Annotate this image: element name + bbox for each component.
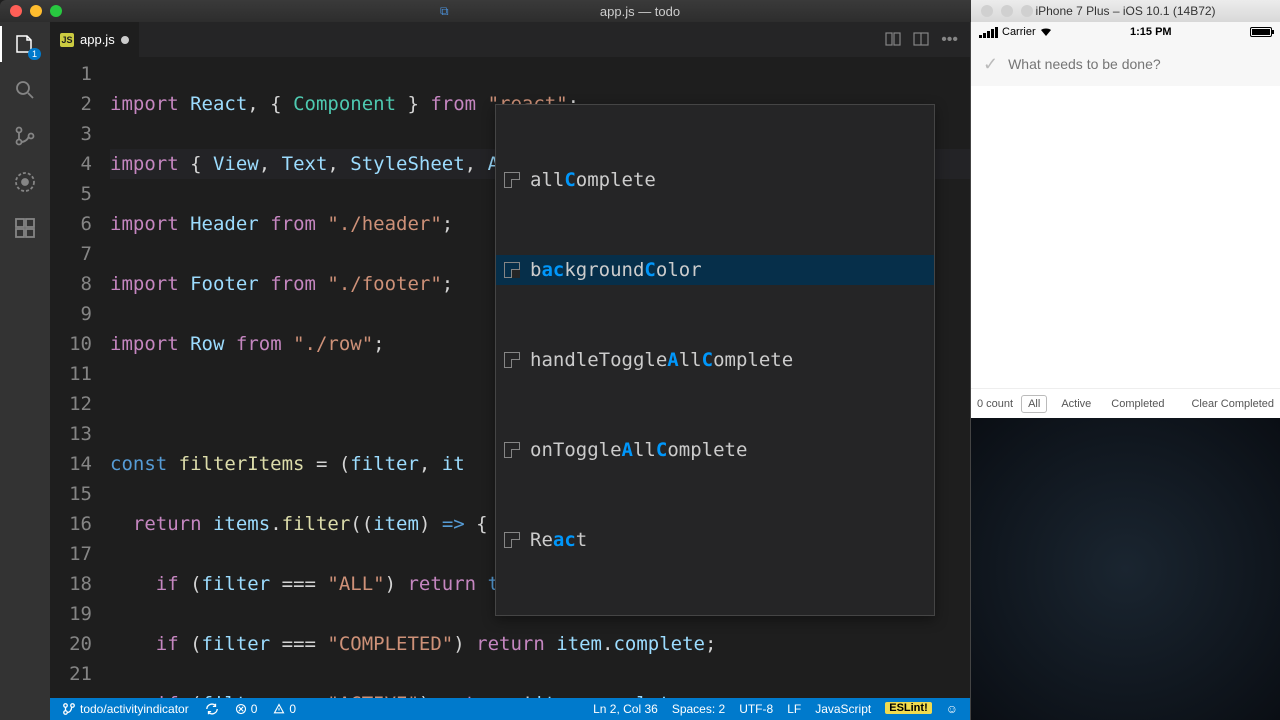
split-editor-icon[interactable]	[913, 31, 929, 49]
carrier-label: Carrier	[1002, 26, 1036, 38]
filter-all[interactable]: All	[1021, 395, 1047, 413]
todo-count: 0 count	[977, 398, 1013, 410]
filter-active[interactable]: Active	[1055, 396, 1097, 412]
toggle-all-icon[interactable]: ✓	[983, 54, 998, 75]
cursor-position-status[interactable]: Ln 2, Col 36	[589, 702, 662, 716]
todo-list[interactable]	[971, 86, 1280, 388]
simulator-traffic-lights	[971, 5, 1033, 17]
symbol-icon	[504, 172, 520, 188]
line-number-gutter: 123456789101112131415161718192021	[50, 57, 110, 698]
wifi-icon	[1040, 27, 1052, 37]
sim-maximize-icon[interactable]	[1021, 5, 1033, 17]
sim-minimize-icon[interactable]	[1001, 5, 1013, 17]
code-content[interactable]: import React, { Component } from "react"…	[110, 57, 970, 698]
simulator-title: iPhone 7 Plus – iOS 10.1 (14B72)	[1035, 4, 1215, 18]
horizontal-scrollbar[interactable]	[170, 688, 970, 698]
eol-status[interactable]: LF	[783, 702, 805, 716]
language-status[interactable]: JavaScript	[811, 702, 875, 716]
ios-simulator: iPhone 7 Plus – iOS 10.1 (14B72) Carrier…	[970, 22, 1280, 720]
tab-bar: JS app.js •••	[50, 22, 970, 57]
intellisense-popup[interactable]: allComplete backgroundColor handleToggle…	[495, 104, 935, 616]
search-icon[interactable]	[11, 76, 39, 104]
simulator-titlebar: iPhone 7 Plus – iOS 10.1 (14B72)	[971, 0, 1280, 22]
more-actions-icon[interactable]: •••	[941, 31, 958, 49]
errors-status[interactable]: 0	[231, 698, 262, 720]
minimize-traffic-light[interactable]	[30, 5, 42, 17]
filter-completed[interactable]: Completed	[1105, 396, 1170, 412]
source-control-icon[interactable]	[11, 122, 39, 150]
todo-header: ✓	[971, 42, 1280, 86]
maximize-traffic-light[interactable]	[50, 5, 62, 17]
intellisense-item-selected[interactable]: backgroundColor	[496, 255, 934, 285]
todo-footer: 0 count All Active Completed Clear Compl…	[971, 388, 1280, 418]
todo-input[interactable]	[1008, 56, 1268, 72]
intellisense-item[interactable]: onToggleAllComplete	[496, 435, 934, 465]
javascript-file-icon: JS	[60, 33, 74, 47]
status-bar: todo/activityindicator 0 0 Ln 2, Col 36 …	[50, 698, 970, 720]
debug-icon[interactable]	[11, 168, 39, 196]
compare-changes-icon[interactable]	[885, 31, 901, 49]
eslint-status[interactable]: ESLint!	[881, 702, 936, 714]
code-editor[interactable]: 123456789101112131415161718192021 import…	[50, 57, 970, 698]
feedback-icon[interactable]: ☺	[942, 702, 962, 716]
ios-status-bar: Carrier 1:15 PM	[971, 22, 1280, 42]
intellisense-item[interactable]: handleToggleAllComplete	[496, 345, 934, 375]
desktop-background	[971, 418, 1280, 720]
tab-appjs[interactable]: JS app.js	[50, 22, 140, 57]
symbol-icon	[504, 262, 520, 278]
symbol-icon	[504, 442, 520, 458]
battery-icon	[1250, 27, 1272, 37]
warnings-status[interactable]: 0	[269, 698, 300, 720]
encoding-status[interactable]: UTF-8	[735, 702, 777, 716]
git-branch-status[interactable]: todo/activityindicator	[58, 698, 193, 720]
clock: 1:15 PM	[1130, 26, 1172, 38]
tab-filename: app.js	[80, 32, 115, 47]
sim-close-icon[interactable]	[981, 5, 993, 17]
activity-bar: 1	[0, 22, 50, 720]
symbol-icon	[504, 352, 520, 368]
close-traffic-light[interactable]	[10, 5, 22, 17]
clear-completed[interactable]: Clear Completed	[1191, 398, 1274, 410]
intellisense-item[interactable]: allComplete	[496, 165, 934, 195]
editor-actions: •••	[885, 31, 970, 49]
intellisense-item[interactable]: React	[496, 525, 934, 555]
window-title: app.js — todo	[600, 4, 680, 19]
indentation-status[interactable]: Spaces: 2	[668, 702, 729, 716]
traffic-lights	[0, 5, 62, 17]
explorer-badge: 1	[28, 48, 41, 60]
signal-icon	[979, 27, 998, 38]
extensions-icon[interactable]	[11, 214, 39, 242]
vscode-icon: ⧉	[440, 4, 449, 19]
explorer-icon[interactable]: 1	[11, 30, 39, 58]
dirty-indicator-icon	[121, 36, 129, 44]
symbol-icon	[504, 532, 520, 548]
sync-status[interactable]	[201, 698, 223, 720]
